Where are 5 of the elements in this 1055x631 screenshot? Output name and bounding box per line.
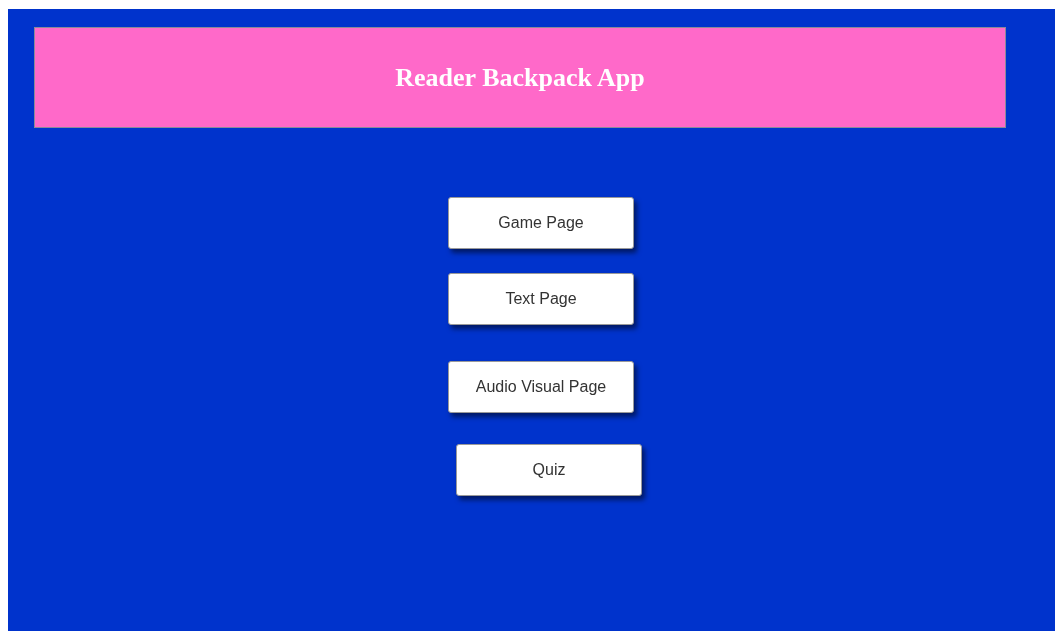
- nav-button[interactable]: Text Page: [448, 273, 634, 325]
- nav-button[interactable]: Game Page: [448, 197, 634, 249]
- nav-button[interactable]: Quiz: [456, 444, 642, 496]
- app-title: Reader Backpack App: [395, 62, 645, 94]
- nav-button[interactable]: Audio Visual Page: [448, 361, 634, 413]
